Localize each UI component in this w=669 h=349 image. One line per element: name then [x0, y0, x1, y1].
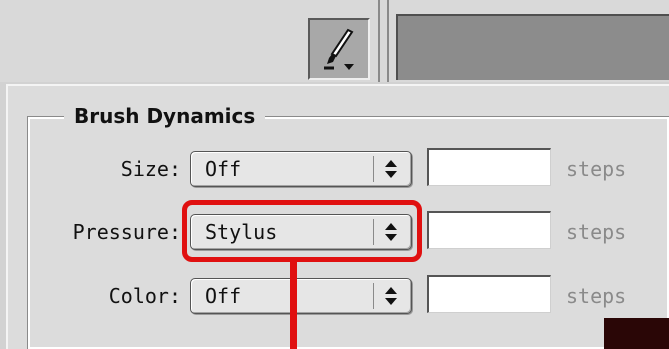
color-steps-label: steps: [566, 284, 627, 308]
toolbar-divider: [387, 0, 389, 82]
callout-pointer-line: [290, 262, 297, 349]
color-popup-value: Off: [205, 284, 242, 308]
pressure-highlight-callout: [182, 200, 422, 262]
popup-arrows-icon: [373, 283, 407, 309]
size-steps-field[interactable]: [427, 148, 551, 186]
size-label: Size:: [120, 157, 181, 181]
pressure-label: Pressure:: [72, 220, 181, 244]
pressure-steps-label: steps: [566, 220, 627, 244]
brush-tool-button[interactable]: [308, 18, 370, 80]
popup-arrows-icon: [373, 156, 407, 182]
color-popup[interactable]: Off: [190, 278, 412, 314]
color-steps-field[interactable]: [427, 275, 551, 313]
corner-color-swatch: [604, 318, 669, 349]
size-steps-label: steps: [566, 157, 627, 181]
options-toolbar: [0, 0, 669, 82]
size-popup[interactable]: Off: [190, 151, 412, 187]
pressure-steps-field[interactable]: [427, 211, 551, 249]
toolbar-divider: [378, 0, 380, 82]
color-label: Color:: [108, 284, 181, 308]
toolbar-swatch-well[interactable]: [396, 14, 669, 80]
size-popup-value: Off: [205, 157, 242, 181]
brush-dynamics-title: Brush Dynamics: [64, 103, 266, 129]
brush-icon: [324, 28, 354, 70]
